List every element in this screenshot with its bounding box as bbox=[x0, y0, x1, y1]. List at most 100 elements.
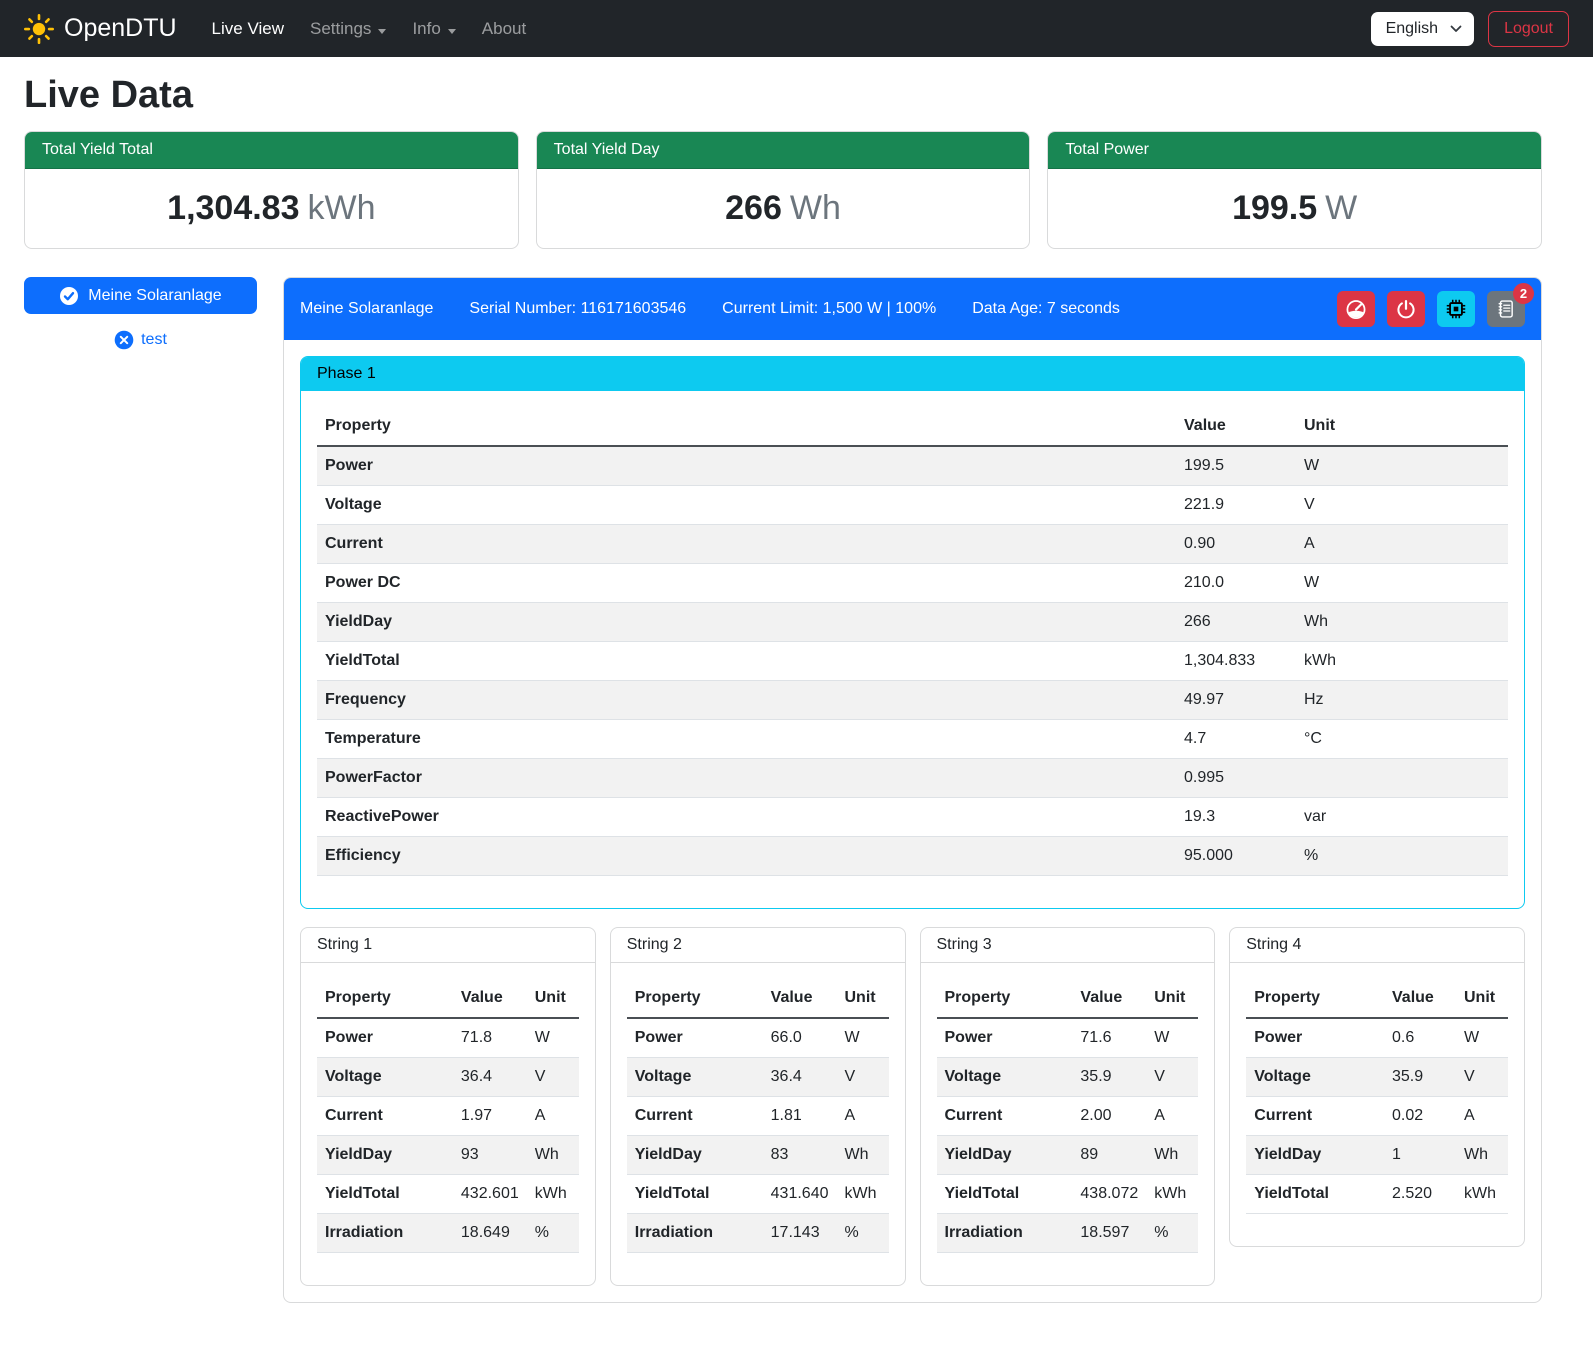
table-row: Current1.97A bbox=[317, 1097, 579, 1136]
strings-row: String 1 Property Value Unit bbox=[300, 927, 1525, 1286]
property-cell: Power bbox=[937, 1018, 1073, 1058]
table-row: YieldDay83Wh bbox=[627, 1136, 889, 1175]
value-cell: 18.597 bbox=[1072, 1214, 1146, 1253]
power-toggle-button[interactable] bbox=[1387, 291, 1425, 327]
table-row: Power66.0W bbox=[627, 1018, 889, 1058]
table-header-row: Property Value Unit bbox=[627, 979, 889, 1018]
value-cell: 1,304.833 bbox=[1176, 642, 1296, 681]
table-row: Current1.81A bbox=[627, 1097, 889, 1136]
col-unit: Unit bbox=[1146, 979, 1198, 1018]
table-row: Voltage221.9V bbox=[317, 486, 1508, 525]
table-row: Irradiation18.597% bbox=[937, 1214, 1199, 1253]
card-total-yield-day: Total Yield Day 266Wh bbox=[536, 131, 1031, 249]
property-cell: YieldDay bbox=[1246, 1136, 1384, 1175]
string-body: Property Value Unit Power71.6W Voltage35… bbox=[921, 963, 1215, 1285]
table-header-row: Property Value Unit bbox=[317, 407, 1508, 446]
col-unit: Unit bbox=[1456, 979, 1508, 1018]
unit-cell: var bbox=[1296, 798, 1508, 837]
property-cell: ReactivePower bbox=[317, 798, 1176, 837]
nav-item-about[interactable]: About bbox=[469, 11, 539, 47]
value-cell: 89 bbox=[1072, 1136, 1146, 1175]
property-cell: YieldDay bbox=[317, 1136, 453, 1175]
value-cell: 0.02 bbox=[1384, 1097, 1456, 1136]
property-cell: Current bbox=[317, 1097, 453, 1136]
card-value: 266Wh bbox=[537, 169, 1030, 248]
unit-cell: kWh bbox=[527, 1175, 579, 1214]
property-cell: Irradiation bbox=[627, 1214, 763, 1253]
logout-button[interactable]: Logout bbox=[1488, 11, 1569, 47]
unit-cell: kWh bbox=[1456, 1175, 1508, 1214]
brand-label: OpenDTU bbox=[64, 14, 177, 43]
string-card-3: String 3 Property Value Unit bbox=[920, 927, 1216, 1286]
table-row: PowerFactor0.995 bbox=[317, 759, 1508, 798]
property-cell: Voltage bbox=[317, 486, 1176, 525]
nav-item-info[interactable]: Info bbox=[399, 11, 468, 47]
col-value: Value bbox=[1384, 979, 1456, 1018]
string-table: Property Value Unit Power71.6W Voltage35… bbox=[937, 979, 1199, 1253]
property-cell: Current bbox=[937, 1097, 1073, 1136]
value-cell: 2.00 bbox=[1072, 1097, 1146, 1136]
card-header: Total Yield Total bbox=[25, 132, 518, 169]
unit-cell: V bbox=[1456, 1058, 1508, 1097]
page-title: Live Data bbox=[24, 74, 1542, 117]
summary-row: Total Yield Total 1,304.83kWh Total Yiel… bbox=[24, 131, 1542, 249]
event-log-button[interactable]: 2 bbox=[1487, 291, 1525, 327]
unit-cell: W bbox=[1296, 564, 1508, 603]
value-unit: kWh bbox=[308, 189, 376, 227]
sun-icon bbox=[24, 14, 54, 44]
inverter-select-secondary[interactable]: test bbox=[24, 330, 257, 350]
col-property: Property bbox=[1246, 979, 1384, 1018]
table-row: YieldTotal2.520kWh bbox=[1246, 1175, 1508, 1214]
device-info-button[interactable] bbox=[1437, 291, 1475, 327]
unit-cell: W bbox=[1296, 446, 1508, 486]
card-total-yield-total: Total Yield Total 1,304.83kWh bbox=[24, 131, 519, 249]
table-row: Current0.02A bbox=[1246, 1097, 1508, 1136]
col-value: Value bbox=[1072, 979, 1146, 1018]
card-header: Total Power bbox=[1048, 132, 1541, 169]
property-cell: YieldTotal bbox=[1246, 1175, 1384, 1214]
event-count-badge: 2 bbox=[1513, 283, 1534, 304]
inverter-card-body: Phase 1 Property Value Unit bbox=[284, 340, 1541, 1302]
value-cell: 0.6 bbox=[1384, 1018, 1456, 1058]
nav-item-live-view[interactable]: Live View bbox=[199, 11, 297, 47]
value-cell: 36.4 bbox=[453, 1058, 527, 1097]
table-row: Current2.00A bbox=[937, 1097, 1199, 1136]
table-row: YieldTotal431.640kWh bbox=[627, 1175, 889, 1214]
string-body: Property Value Unit Power71.8W Voltage36… bbox=[301, 963, 595, 1285]
table-row: YieldTotal438.072kWh bbox=[937, 1175, 1199, 1214]
value-cell: 18.649 bbox=[453, 1214, 527, 1253]
value-unit: Wh bbox=[790, 189, 841, 227]
unit-cell: kWh bbox=[1146, 1175, 1198, 1214]
language-select[interactable]: English bbox=[1371, 12, 1474, 46]
property-cell: Power bbox=[317, 1018, 453, 1058]
col-unit: Unit bbox=[1296, 407, 1508, 446]
property-cell: YieldTotal bbox=[317, 1175, 453, 1214]
value-cell: 36.4 bbox=[763, 1058, 837, 1097]
property-cell: PowerFactor bbox=[317, 759, 1176, 798]
table-row: Voltage35.9V bbox=[1246, 1058, 1508, 1097]
card-total-power: Total Power 199.5W bbox=[1047, 131, 1542, 249]
nav-item-settings-label: Settings bbox=[310, 19, 371, 38]
inverter-serial: Serial Number: 116171603546 bbox=[469, 300, 686, 318]
table-row: ReactivePower19.3var bbox=[317, 798, 1508, 837]
string-table: Property Value Unit Power66.0W Voltage36… bbox=[627, 979, 889, 1253]
property-cell: Irradiation bbox=[317, 1214, 453, 1253]
property-cell: Efficiency bbox=[317, 837, 1176, 876]
value-cell: 95.000 bbox=[1176, 837, 1296, 876]
brand[interactable]: OpenDTU bbox=[24, 14, 177, 44]
table-row: YieldTotal432.601kWh bbox=[317, 1175, 579, 1214]
language-value: English bbox=[1386, 20, 1438, 37]
page-content: Live Data Total Yield Total 1,304.83kWh … bbox=[24, 74, 1542, 1316]
nav-item-settings[interactable]: Settings bbox=[297, 11, 399, 47]
inverter-actions: 2 bbox=[1337, 291, 1525, 327]
card-header: Total Yield Day bbox=[537, 132, 1030, 169]
table-row: Current0.90A bbox=[317, 525, 1508, 564]
inverter-select-active-button[interactable]: Meine Solaranlage bbox=[24, 277, 257, 314]
unit-cell: V bbox=[837, 1058, 889, 1097]
value-cell: 438.072 bbox=[1072, 1175, 1146, 1214]
value-number: 266 bbox=[725, 189, 782, 227]
limit-settings-button[interactable] bbox=[1337, 291, 1375, 327]
property-cell: YieldDay bbox=[627, 1136, 763, 1175]
value-cell: 19.3 bbox=[1176, 798, 1296, 837]
inverter-name: Meine Solaranlage bbox=[300, 300, 433, 318]
